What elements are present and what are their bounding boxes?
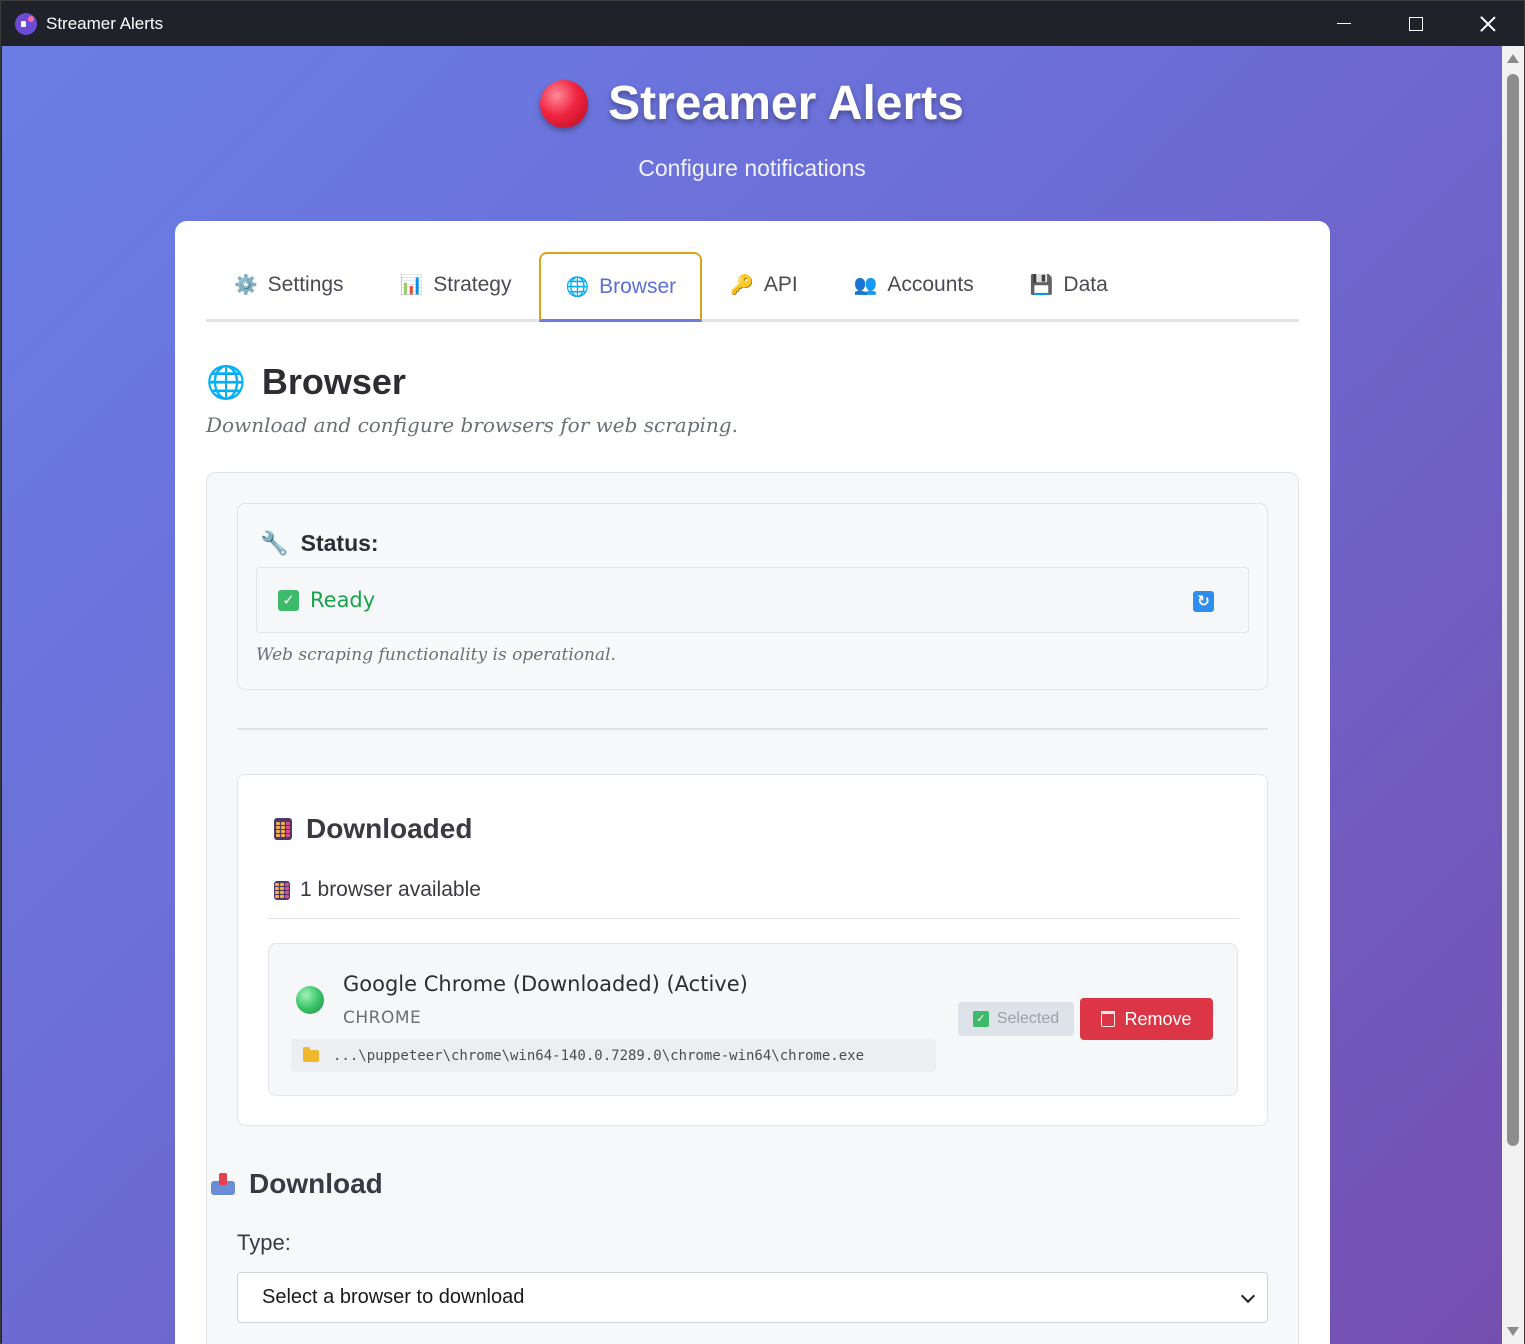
tab-label: Accounts: [887, 272, 974, 296]
tab-label: API: [763, 272, 798, 296]
minimize-button[interactable]: [1308, 1, 1380, 46]
divider: [237, 728, 1268, 730]
main-card: ⚙️ Settings 📊 Strategy 🌐 Browser 🔑 API 👥: [175, 221, 1330, 1344]
minimize-icon: [1337, 22, 1351, 25]
refresh-button[interactable]: ↻: [1193, 591, 1214, 612]
scroll-up-icon[interactable]: [1507, 54, 1519, 63]
app-subtitle: Configure notifications: [638, 154, 866, 181]
gear-icon: ⚙️: [234, 274, 258, 296]
tab-strategy[interactable]: 📊 Strategy: [372, 250, 540, 319]
title-bar: Streamer Alerts: [1, 1, 1524, 46]
status-value: Ready: [310, 588, 376, 612]
close-button[interactable]: [1452, 1, 1524, 46]
globe-icon: 🌐: [565, 276, 590, 298]
app-window: Streamer Alerts Streamer Alerts Configur…: [0, 0, 1525, 1344]
status-note: Web scraping functionality is operationa…: [256, 645, 616, 665]
tab-label: Browser: [599, 274, 677, 298]
app-heading: Streamer Alerts: [540, 76, 964, 131]
app-icon: [15, 12, 37, 35]
tab-bar: ⚙️ Settings 📊 Strategy 🌐 Browser 🔑 API 👥: [206, 250, 1299, 322]
trash-icon: [1101, 1011, 1116, 1027]
tab-data[interactable]: 💾 Data: [1002, 250, 1136, 319]
remove-button[interactable]: Remove: [1080, 998, 1213, 1040]
check-mark-icon: ✓: [972, 1011, 989, 1027]
active-status-icon: [296, 986, 324, 1014]
tab-browser[interactable]: 🌐 Browser: [539, 252, 703, 322]
tab-accounts[interactable]: 👥 Accounts: [826, 250, 1002, 319]
status-label: Status:: [300, 530, 379, 556]
wrench-icon: 🔧: [260, 530, 289, 556]
vertical-scrollbar[interactable]: [1502, 46, 1524, 1344]
browser-type-select[interactable]: Select a browser to download: [237, 1272, 1268, 1323]
maximize-button[interactable]: [1380, 1, 1452, 46]
browser-type: CHROME: [343, 1008, 422, 1028]
browser-count: 1 browser available: [274, 878, 481, 902]
status-box: 🔧 Status: ✓ Ready ↻ Web scraping functio…: [237, 503, 1268, 690]
remove-label: Remove: [1124, 1008, 1192, 1029]
window-title: Streamer Alerts: [46, 13, 164, 33]
status-row: ✓ Ready ↻: [256, 567, 1249, 633]
select-value: Select a browser to download: [262, 1286, 525, 1308]
browser-item: Google Chrome (Downloaded) (Active) CHRO…: [268, 943, 1238, 1096]
window-controls: [1308, 1, 1524, 46]
maximize-icon: [1409, 16, 1423, 31]
tab-settings[interactable]: ⚙️ Settings: [206, 250, 372, 319]
app-content: Streamer Alerts Configure notifications …: [2, 46, 1502, 1344]
key-icon: 🔑: [730, 274, 754, 296]
tab-label: Strategy: [433, 272, 512, 296]
tab-api[interactable]: 🔑 API: [702, 250, 826, 319]
abacus-icon: [274, 818, 292, 840]
download-title: Download: [249, 1168, 383, 1199]
bar-chart-icon: 📊: [399, 274, 424, 296]
users-icon: 👥: [853, 274, 878, 296]
section-description: Download and configure browsers for web …: [206, 413, 738, 437]
downloaded-heading: Downloaded: [274, 813, 472, 845]
divider: [268, 918, 1239, 919]
download-heading: Download: [211, 1168, 383, 1200]
downloaded-section: Downloaded 1 browser available Google Ch…: [237, 774, 1268, 1126]
browser-panel: 🔧 Status: ✓ Ready ↻ Web scraping functio…: [206, 472, 1299, 1344]
scroll-down-icon[interactable]: [1507, 1327, 1519, 1336]
downloaded-title: Downloaded: [306, 813, 473, 844]
browser-name: Google Chrome (Downloaded) (Active): [343, 972, 748, 996]
close-icon: [1480, 16, 1496, 32]
abacus-icon: [274, 880, 290, 900]
section-header: 🌐 Browser: [206, 361, 406, 403]
selected-label: Selected: [996, 1010, 1060, 1027]
red-circle-icon: [540, 79, 589, 128]
folder-icon: [303, 1046, 319, 1062]
section-title: Browser: [261, 361, 406, 402]
chevron-down-icon: [1240, 1288, 1256, 1304]
floppy-disk-icon: 💾: [1029, 274, 1054, 296]
tab-label: Settings: [267, 272, 344, 296]
scroll-thumb[interactable]: [1507, 74, 1519, 1146]
status-heading: 🔧 Status:: [260, 530, 379, 557]
app-heading-text: Streamer Alerts: [608, 77, 964, 130]
selected-button[interactable]: ✓ Selected: [958, 1002, 1074, 1036]
type-label: Type:: [237, 1230, 291, 1255]
check-mark-icon: ✓: [278, 589, 299, 611]
inbox-tray-icon: [211, 1173, 235, 1195]
globe-icon: 🌐: [206, 364, 246, 400]
app-header: Streamer Alerts Configure notifications: [2, 76, 1502, 182]
browser-path-text: ...\puppeteer\chrome\win64-140.0.7289.0\…: [333, 1047, 865, 1064]
tab-label: Data: [1063, 272, 1108, 296]
browser-path: ...\puppeteer\chrome\win64-140.0.7289.0\…: [291, 1039, 936, 1072]
browser-count-text: 1 browser available: [300, 878, 481, 901]
